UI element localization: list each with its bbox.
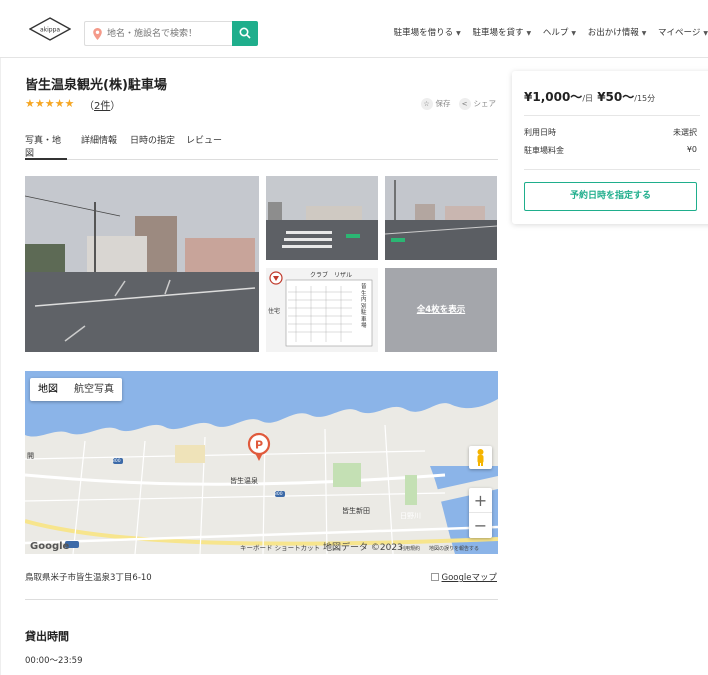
svg-text:P: P	[255, 439, 263, 452]
listing-actions: ☆ 保存 < シェア	[420, 98, 497, 110]
sign-header: クラブ リザル	[310, 272, 353, 279]
photo-sign[interactable]: クラブ リザル 住宅 皆生内別駐車場	[266, 268, 378, 352]
map-type-map-button[interactable]: 地図	[30, 378, 66, 401]
search-input[interactable]	[107, 22, 227, 45]
quarter-hour-unit: /15分	[634, 94, 656, 103]
tab-label: 写真・地図	[25, 136, 62, 159]
map-road-marker: 300	[112, 459, 121, 464]
google-maps-link-label: Googleマップ	[441, 573, 497, 583]
logo-text: akippa	[40, 27, 60, 34]
map-zoom-control: + −	[469, 488, 492, 538]
card-divider	[524, 169, 700, 170]
bookmark-icon: ☆	[420, 98, 433, 110]
tab-details[interactable]: 詳細情報	[81, 133, 117, 160]
search-box	[84, 21, 232, 46]
chevron-down-icon: ▼	[703, 30, 708, 37]
nav-mypage[interactable]: マイページ ▼	[658, 28, 708, 38]
nav-label: マイページ	[658, 28, 701, 38]
tab-bar: 写真・地図 詳細情報 日時の指定 レビュー	[25, 133, 498, 160]
date-label: 利用日時	[524, 128, 556, 137]
tab-label: 日時の指定	[130, 136, 176, 146]
nav-label: 駐車場を借りる	[393, 28, 454, 38]
location-pin-icon	[93, 28, 102, 40]
zoom-out-button[interactable]: −	[469, 513, 492, 538]
review-count: （2件）	[84, 97, 120, 112]
parking-address: 鳥取県米子市皆生温泉3丁目6-10	[25, 573, 152, 583]
photo-3[interactable]	[385, 176, 497, 260]
chevron-down-icon: ▼	[456, 30, 461, 37]
chevron-down-icon: ▼	[641, 30, 647, 37]
review-bracket-close: ）	[110, 101, 121, 112]
fee-value: ¥0	[686, 145, 697, 154]
akippa-logo[interactable]: akippa	[28, 17, 72, 41]
share-label: シェア	[473, 99, 497, 108]
daily-price: ¥1,000〜	[524, 90, 583, 104]
tab-label: レビュー	[186, 136, 223, 146]
map-river-label: 日野川	[400, 512, 421, 520]
sign-vertical-text: 皆生内別駐車場	[361, 284, 367, 329]
street-view-pegman-icon[interactable]	[469, 446, 492, 469]
show-all-photos-button[interactable]: 全4枚を表示	[385, 268, 497, 352]
tab-label: 詳細情報	[81, 136, 118, 146]
map-place-label: 皆生新田	[342, 507, 370, 515]
tab-photos-map[interactable]: 写真・地図	[25, 133, 67, 160]
nav-lend[interactable]: 駐車場を貸す ▼	[473, 28, 532, 38]
chevron-down-icon: ▼	[526, 30, 532, 37]
tab-reviews[interactable]: レビュー	[186, 133, 222, 160]
review-count-link[interactable]: 2件	[94, 101, 110, 112]
quarter-hour-price: ¥50〜	[597, 90, 635, 104]
booking-card: ¥1,000〜/日 ¥50〜/15分 利用日時 未選択 駐車場料金 ¥0 予約日時を…	[512, 71, 708, 224]
fee-row: 駐車場料金 ¥0	[524, 145, 697, 156]
map-place-label: 皆生温泉	[230, 477, 258, 485]
share-icon: <	[458, 98, 471, 110]
map-edge-label: 開	[27, 452, 34, 460]
map-type-toggle: 地図 航空写真	[30, 378, 122, 401]
photo-main[interactable]	[25, 176, 259, 352]
date-row: 利用日時 未選択	[524, 127, 697, 138]
main-nav: 駐車場を借りる ▼ 駐車場を貸す ▼ ヘルプ ▼ お出かけ情報 ▼ マイページ ▼	[385, 26, 708, 38]
search-icon	[239, 27, 251, 39]
card-divider	[524, 115, 700, 116]
divider	[25, 599, 498, 600]
map-road-marker: 300	[274, 492, 283, 497]
save-button[interactable]: ☆ 保存	[420, 98, 451, 110]
keyboard-shortcuts-link[interactable]: キーボード ショートカット	[240, 542, 320, 552]
save-label: 保存	[435, 99, 451, 108]
external-link-icon	[430, 573, 439, 581]
nav-rent[interactable]: 駐車場を借りる ▼	[394, 28, 461, 38]
rental-hours: 00:00〜23:59	[25, 656, 83, 666]
select-datetime-button[interactable]: 予約日時を指定する	[524, 182, 697, 211]
daily-unit: /日	[582, 94, 594, 103]
map-data-credit: 地図データ ©2023	[323, 543, 403, 553]
tab-schedule[interactable]: 日時の指定	[130, 133, 175, 160]
terms-link[interactable]: 利用規約	[400, 545, 420, 552]
photo-2[interactable]	[266, 176, 378, 260]
nav-outing[interactable]: お出かけ情報 ▼	[588, 28, 647, 38]
review-bracket-open: （	[84, 101, 94, 112]
fee-label: 駐車場料金	[524, 146, 564, 155]
report-error-link[interactable]: 地図の誤りを報告する	[429, 545, 479, 552]
star-rating: ★★★★★	[25, 97, 75, 110]
sign-side-label: 住宅	[268, 308, 281, 315]
map-attribution: キーボード ショートカット 地図データ ©2023 利用規約 地図の誤りを報告す…	[25, 541, 498, 554]
nav-label: 駐車場を貸す	[472, 28, 524, 38]
nav-help[interactable]: ヘルプ ▼	[543, 28, 576, 38]
nav-label: ヘルプ	[542, 28, 569, 38]
search-button[interactable]	[232, 21, 258, 46]
site-header: akippa 駐車場を借りる▼ 駐車場を貸す▼ ヘルプ▼ お出かけ情報▼ マイペ…	[0, 0, 708, 58]
price-summary: ¥1,000〜/日 ¥50〜/15分	[524, 88, 655, 105]
map-type-aerial-button[interactable]: 航空写真	[66, 378, 122, 401]
google-maps-link[interactable]: Googleマップ	[430, 571, 497, 583]
nav-label: お出かけ情報	[587, 28, 639, 38]
map-widget[interactable]: P 皆生温泉 皆生新田 日野川 開 300 300 地図 航空写真 + − Goo…	[25, 371, 498, 554]
page-title: 皆生温泉観光(株)駐車場	[25, 78, 167, 93]
date-value: 未選択	[673, 128, 697, 137]
section-title-hours: 貸出時間	[25, 630, 69, 643]
zoom-in-button[interactable]: +	[469, 488, 492, 513]
chevron-down-icon: ▼	[571, 30, 576, 37]
page-left-border	[0, 58, 1, 675]
share-button[interactable]: < シェア	[458, 98, 497, 110]
